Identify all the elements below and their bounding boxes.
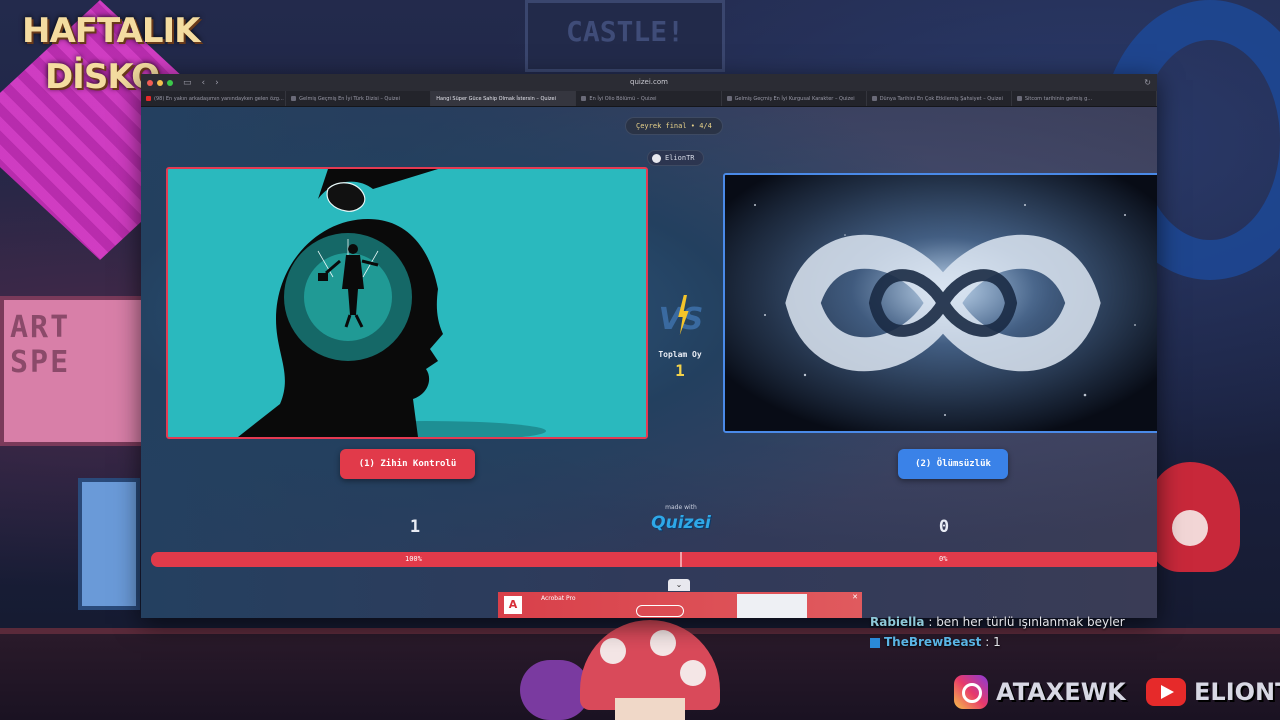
quizei-favicon-icon [726,96,732,101]
chat-message: TheBrewBeast : 1 [870,632,1170,652]
chat-text: : ben her türlü ışınlanmak beyler [924,615,1125,629]
user-badge[interactable]: ElionTR [647,150,704,166]
chevron-down-icon[interactable]: ⌄ [668,579,690,591]
choice-card-left[interactable] [166,167,648,439]
quizei-favicon-icon [291,96,297,101]
window-controls [147,79,173,86]
tab-label: Gelmiş Geçmiş En İyi Türk Dizisi – Quize… [299,96,401,102]
youtube-name: ELIONTR [1194,678,1280,706]
url-text[interactable]: quizei.com [630,78,668,86]
tab-label: Gelmiş Geçmiş En İyi Kurgusal Karakter –… [734,96,855,102]
chat-message: Rabiella : ben her türlü ışınlanmak beyl… [870,612,1170,632]
quizei-favicon-icon [1016,96,1022,101]
reload-icon[interactable]: ↻ [1144,74,1151,91]
tab-label: En İyi Olio Bölümü – Quizei [589,96,657,102]
made-with-label: made with [665,504,697,511]
pixel-door-decoration [78,478,140,610]
tab-label: (98) En yakın arkadaşımın yanındayken ge… [154,96,284,102]
address-bar: quizei.com [141,74,1157,91]
infinity-illustration [725,175,1157,431]
avatar [652,153,661,163]
tab-label: Hangi Süper Güce Sahip Olmak İstersin – … [436,96,557,102]
right-vote-count: 0 [938,517,950,537]
acrobat-logo-icon: A [504,596,522,614]
quizei-logo[interactable]: Quizei [641,513,721,533]
left-percent-label: 100% [405,555,422,563]
subscriber-badge-icon [870,637,880,648]
total-votes-value: 1 [675,361,685,380]
chat-text: : 1 [981,635,1001,649]
tab-bar: (98) En yakın arkadaşımın yanındayken ge… [141,91,1157,107]
browser-tab[interactable]: Gelmiş Geçmiş En İyi Kurgusal Karakter –… [722,91,867,106]
sidebar-toggle-icon[interactable]: ▭ [183,78,192,88]
back-arrow-icon[interactable]: ‹ [202,78,206,88]
chat-username: Rabiella [870,615,925,629]
youtube-icon [1146,678,1186,706]
youtube-icon [146,96,151,101]
browser-tab[interactable]: (98) En yakın arkadaşımın yanındayken ge… [141,91,287,106]
ad-cta-button[interactable] [636,605,684,617]
quizei-favicon-icon [871,96,877,101]
ad-title: Acrobat Pro [541,595,576,602]
browser-tab-active[interactable]: Hangi Süper Güce Sahip Olmak İstersin – … [431,91,577,106]
ad-image [737,594,807,618]
close-window-button[interactable] [147,79,153,86]
forward-arrow-icon[interactable]: › [215,78,219,88]
browser-tab[interactable]: En İyi Olio Bölümü – Quizei [576,91,722,106]
quizei-favicon-icon [581,96,587,101]
minimize-window-button[interactable] [157,79,163,86]
browser-tab[interactable]: Sitcom tarihinin gelmiş g… [1012,91,1157,106]
round-indicator: Çeyrek final • 4/4 [625,117,723,135]
result-bar-left-fill [151,552,1157,567]
mind-control-illustration [168,169,646,437]
instagram-name: ATAXEWK [996,678,1126,706]
chat-username: TheBrewBeast [884,635,982,649]
right-percent-label: 0% [939,555,948,563]
choice-card-right[interactable] [723,173,1157,433]
browser-titlebar: ▭ ‹ › quizei.com ↻ [141,74,1157,91]
art-sign: ART SPE [0,296,145,446]
choice-right-button[interactable]: (2) Ölümsüzlük [898,449,1008,479]
instagram-handle: ATAXEWK [954,672,1126,712]
browser-tab[interactable]: Dünya Tarihini En Çok Etkilemiş Şahsiyet… [867,91,1012,106]
art-sign-text: ART SPE [10,310,71,380]
choice-left-button[interactable]: (1) Zihin Kontrolü [340,449,475,479]
tab-label: Sitcom tarihinin gelmiş g… [1024,96,1093,102]
browser-tab[interactable]: Gelmiş Geçmiş En İyi Türk Dizisi – Quize… [286,91,432,106]
left-vote-count: 1 [409,517,421,537]
ad-close-icon[interactable]: ✕ [852,593,858,601]
result-bar: 100% 0% [151,552,1157,567]
brand-line-1: HAFTALIK [22,11,201,51]
maximize-window-button[interactable] [167,79,173,86]
quiz-page: Çeyrek final • 4/4 ElionTR VS Toplam Oy … [141,107,1157,618]
browser-window: ▭ ‹ › quizei.com ↻ (98) En yakın arkadaş… [141,74,1157,618]
tab-label: Dünya Tarihini En Çok Etkilemiş Şahsiyet… [879,96,1003,102]
ad-banner[interactable]: A Acrobat Pro ✕ [498,592,862,618]
username: ElionTR [665,154,695,162]
vs-label: VS [658,302,704,337]
mushroom-decoration [520,620,730,720]
stream-chat: Rabiella : ben her türlü ışınlanmak beyl… [870,612,1170,652]
instagram-icon [954,675,988,709]
total-votes-label: Toplam Oy [658,350,702,359]
result-bar-divider [680,552,682,567]
castle-sign: CASTLE! [525,0,725,72]
red-hat-decoration [1150,462,1240,572]
youtube-handle: ELIONTR [1146,672,1280,712]
